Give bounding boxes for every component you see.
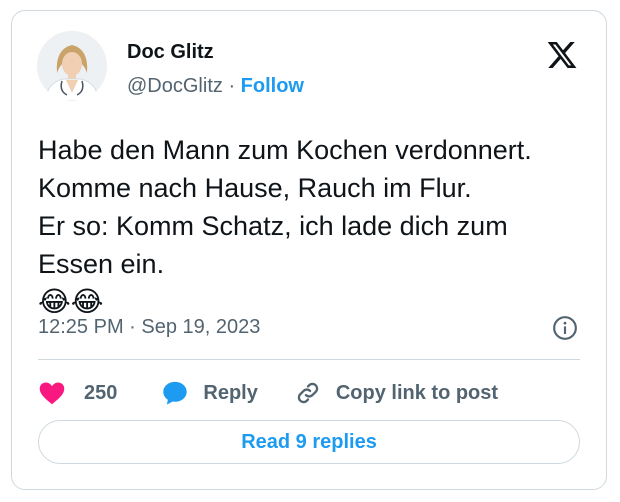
x-logo-icon[interactable] [546, 39, 578, 71]
avatar-image [37, 31, 107, 101]
reply-button[interactable]: Reply [161, 379, 258, 407]
divider [38, 359, 580, 360]
heart-icon [39, 382, 65, 405]
author-handle[interactable]: @DocGlitz [127, 75, 223, 97]
author-handle-row: @DocGlitz · Follow [127, 75, 304, 98]
avatar[interactable] [37, 31, 107, 101]
like-button[interactable]: 250 [38, 379, 117, 407]
speech-bubble-icon [163, 381, 188, 405]
tweet-line: Komme nach Hause, Rauch im Flur. [38, 173, 472, 203]
handle-separator: · [228, 75, 236, 97]
copy-link-label: Copy link to post [335, 381, 499, 404]
tweet-line: Essen ein. [38, 249, 165, 279]
read-replies-button[interactable]: Read 9 replies [38, 420, 580, 464]
tweet-card: Doc Glitz @DocGlitz · Follow Habe den Ma… [11, 10, 607, 490]
tweet-line: Er so: Komm Schatz, ich lade dich zum [38, 211, 508, 241]
link-icon [297, 382, 319, 404]
info-circle-icon[interactable] [552, 315, 578, 341]
follow-button[interactable]: Follow [241, 75, 304, 97]
tweet-line: Habe den Mann zum Kochen verdonnert. [38, 135, 532, 165]
reply-label: Reply [203, 381, 258, 404]
author-name[interactable]: Doc Glitz [127, 41, 214, 64]
tweet-timestamp[interactable]: 12:25 PM · Sep 19, 2023 [38, 316, 260, 339]
action-bar: 250 Reply Copy link to post [38, 373, 498, 413]
like-count: 250 [84, 381, 118, 404]
tweet-text: Habe den Mann zum Kochen verdonnert. Kom… [38, 131, 598, 321]
copy-link-button[interactable]: Copy link to post [294, 379, 498, 407]
